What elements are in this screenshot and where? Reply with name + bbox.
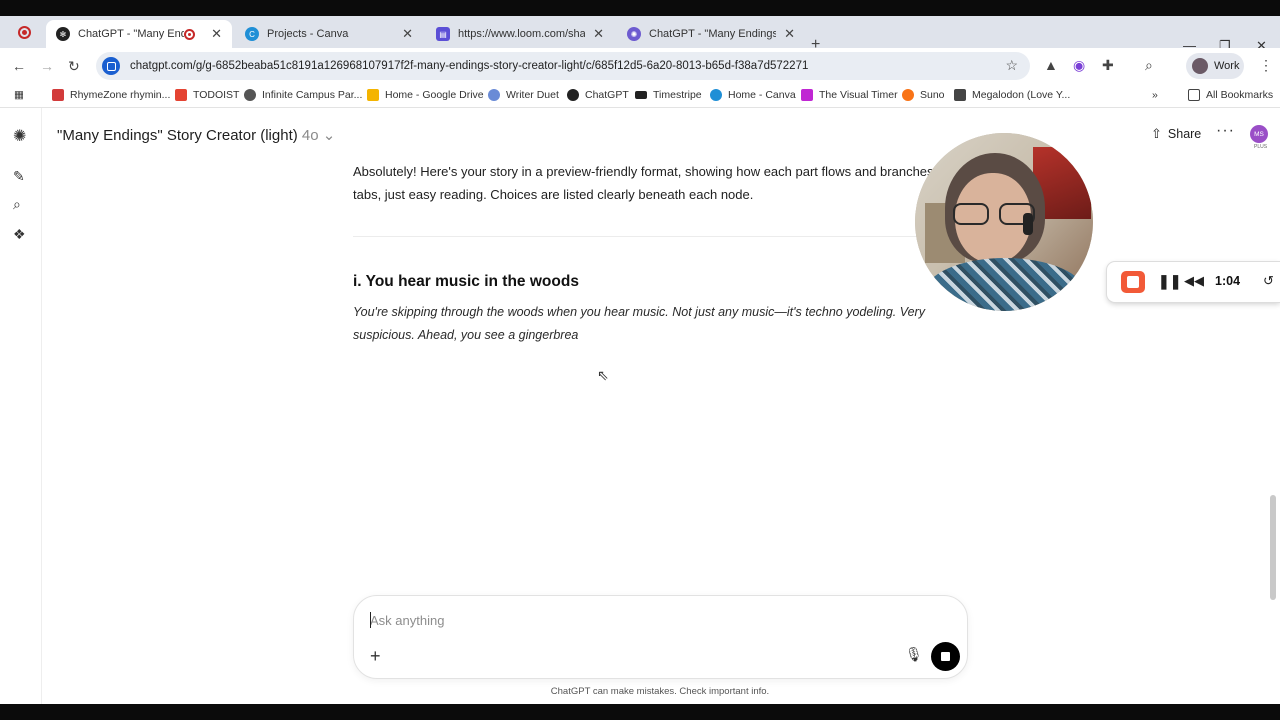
bookmark-todoist[interactable]: TODOIST [175, 89, 239, 101]
bookmark-megalodon[interactable]: Megalodon (Love Y... [954, 89, 1070, 101]
bookmark-star-icon[interactable]: ☆ [1005, 57, 1018, 74]
loom-recording-controls: ❚❚ ◀◀ 1:04 ↺ [1107, 262, 1280, 302]
extension-hat-icon[interactable]: ▲ [1044, 57, 1058, 73]
text-caret [370, 612, 371, 628]
chatgpt-favicon-icon: ✻ [56, 27, 70, 41]
forward-arrow-icon[interactable]: → [40, 58, 54, 74]
bookmark-infinite-campus[interactable]: Infinite Campus Par... [244, 89, 362, 101]
close-tab-icon[interactable]: ✕ [211, 26, 222, 42]
model-label: 4o [301, 127, 319, 144]
chevron-down-icon: ⌄ [322, 127, 336, 144]
suno-icon [902, 89, 914, 101]
tab-chatgpt-many-endings[interactable]: ✻ ChatGPT - "Many Endings" ✕ [46, 20, 232, 48]
browser-menu-icon[interactable]: ⋮ [1259, 57, 1273, 74]
chat-sidebar: ✺ ✎ ⌕ ❖ [0, 108, 42, 704]
openai-logo-icon[interactable]: ✺ [13, 126, 26, 146]
webcam-bubble[interactable] [915, 133, 1093, 311]
story-text: You're skipping through the woods when y… [353, 305, 925, 342]
bookmark-visual-timer[interactable]: The Visual Timer [801, 89, 898, 101]
tab-label: ChatGPT - "Many Endings" Stor [649, 28, 777, 40]
bookmark-rhymezone[interactable]: RhymeZone rhymin... [52, 89, 170, 101]
tab-label: https://www.loom.com/share/a [458, 28, 586, 40]
bookmark-canva[interactable]: Home - Canva [710, 89, 796, 101]
stop-generating-button[interactable] [931, 642, 960, 671]
browser-tab-strip: ✻ ChatGPT - "Many Endings" ✕ C Projects … [0, 16, 1280, 53]
extensions-puzzle-icon[interactable]: ✚ [1102, 57, 1114, 74]
chatgpt-icon [567, 89, 579, 101]
profile-label: Work [1214, 60, 1240, 72]
reload-icon[interactable]: ↻ [68, 58, 80, 75]
profile-avatar [1192, 58, 1208, 74]
recording-indicator-icon [18, 26, 31, 39]
timestripe-icon [635, 91, 647, 99]
assistant-intro-text: Absolutely! Here's your story in a previ… [353, 164, 961, 202]
rewind-icon[interactable]: ◀◀ [1184, 273, 1204, 289]
megalodon-icon [954, 89, 966, 101]
close-tab-icon[interactable]: ✕ [784, 26, 795, 42]
tab-search-icon[interactable]: ⌕ [1145, 57, 1153, 74]
user-avatar[interactable]: MS [1250, 125, 1268, 143]
bookmark-google-drive[interactable]: Home - Google Drive [367, 89, 484, 101]
todoist-icon [175, 89, 187, 101]
section-divider [353, 236, 961, 237]
tab-loom[interactable]: ▤ https://www.loom.com/share/a ✕ [426, 20, 614, 48]
restart-icon[interactable]: ↺ [1263, 273, 1274, 289]
tab-projects-canva[interactable]: C Projects - Canva ✕ [235, 20, 423, 48]
url-text[interactable]: chatgpt.com/g/g-6852beaba51c8191a1269681… [130, 60, 808, 72]
canva-icon [710, 89, 722, 101]
tab-label: ChatGPT - "Many Endings" [78, 28, 185, 40]
share-label: Share [1167, 127, 1202, 141]
close-tab-icon[interactable]: ✕ [593, 26, 604, 42]
search-icon[interactable]: ⌕ [13, 196, 21, 213]
writer-duet-icon [488, 89, 500, 101]
folder-icon [1188, 89, 1200, 101]
address-bar[interactable]: chatgpt.com/g/g-6852beaba51c8191a1269681… [96, 52, 1030, 80]
bookmarks-overflow-icon[interactable]: » [1152, 89, 1158, 101]
rhymezone-icon [52, 89, 64, 101]
share-icon: ⇧ [1151, 126, 1162, 141]
bookmarks-bar: ▦ RhymeZone rhymin... TODOIST Infinite C… [0, 84, 1280, 108]
bookmark-timestripe[interactable]: Timestripe [635, 89, 702, 101]
canva-favicon-icon: C [245, 27, 259, 41]
share-button[interactable]: ⇧ Share [1151, 126, 1201, 142]
gpt-favicon-icon: ✺ [627, 27, 641, 41]
bookmark-suno[interactable]: Suno [902, 89, 945, 101]
apps-grid-icon[interactable]: ▦ [14, 89, 24, 101]
stop-recording-button[interactable] [1121, 271, 1145, 293]
recording-timer: 1:04 [1215, 274, 1241, 288]
message-composer: + 🎙 [353, 595, 968, 679]
plan-badge: PLUS [1254, 144, 1268, 150]
bookmark-chatgpt[interactable]: ChatGPT [567, 89, 629, 101]
mouse-cursor-icon: ⇖ [597, 367, 609, 383]
pause-icon[interactable]: ❚❚ [1158, 273, 1181, 290]
more-options-icon[interactable]: ··· [1216, 122, 1235, 140]
infinite-campus-icon [244, 89, 256, 101]
site-info-icon[interactable] [102, 57, 120, 75]
back-arrow-icon[interactable]: ← [12, 58, 26, 74]
top-black-bar [0, 0, 1280, 16]
close-tab-icon[interactable]: ✕ [402, 26, 413, 42]
bookmark-writer-duet[interactable]: Writer Duet [488, 89, 559, 101]
microphone-icon[interactable]: 🎙 [905, 646, 923, 663]
ask-anything-input[interactable] [370, 610, 890, 630]
page-scrollbar[interactable] [1270, 495, 1276, 600]
library-icon[interactable]: ❖ [13, 226, 26, 243]
new-chat-icon[interactable]: ✎ [13, 168, 25, 185]
visual-timer-icon [801, 89, 813, 101]
tab-chatgpt-story[interactable]: ✺ ChatGPT - "Many Endings" Stor ✕ [617, 20, 805, 48]
attach-plus-icon[interactable]: + [370, 646, 381, 667]
gpt-name: "Many Endings" Story Creator (light) [57, 127, 298, 144]
loom-favicon-icon: ▤ [436, 27, 450, 41]
google-drive-icon [367, 89, 379, 101]
tab-label: Projects - Canva [267, 28, 349, 40]
gpt-selector[interactable]: "Many Endings" Story Creator (light) 4o … [57, 126, 335, 144]
extension-badge-icon[interactable]: ◉ [1073, 57, 1085, 74]
tab-recording-icon [184, 28, 196, 40]
all-bookmarks-folder[interactable]: All Bookmarks [1188, 89, 1273, 101]
story-section-heading: i. You hear music in the woods [353, 273, 579, 290]
disclaimer-text: ChatGPT can make mistakes. Check importa… [550, 686, 770, 697]
bottom-black-bar [0, 704, 1280, 720]
profile-chip[interactable]: Work [1186, 53, 1244, 79]
browser-toolbar: ← → ↻ chatgpt.com/g/g-6852beaba51c8191a1… [0, 48, 1280, 84]
